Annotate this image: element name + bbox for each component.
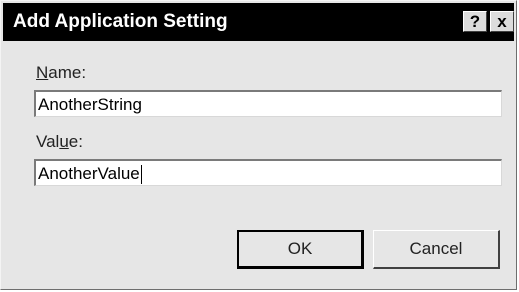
- add-application-setting-dialog: Add Application Setting ? x Name: Anothe…: [0, 0, 517, 290]
- title-bar[interactable]: Add Application Setting ? x: [3, 3, 514, 41]
- value-label-rest: e:: [68, 132, 83, 151]
- name-field[interactable]: AnotherString: [34, 90, 502, 117]
- text-caret: [140, 165, 142, 185]
- cancel-button[interactable]: Cancel: [373, 230, 500, 269]
- name-field-value: AnotherString: [38, 95, 142, 114]
- value-label-accelerator: u: [59, 132, 69, 151]
- value-field[interactable]: AnotherValue: [34, 159, 502, 186]
- value-field-value: AnotherValue: [38, 164, 140, 183]
- name-label: Name:: [36, 63, 86, 83]
- help-button[interactable]: ?: [463, 11, 487, 32]
- ok-button[interactable]: OK: [237, 230, 364, 269]
- question-mark-icon: ?: [469, 12, 481, 31]
- value-label: Value:: [36, 132, 83, 152]
- name-label-accelerator: N: [36, 63, 49, 82]
- dialog-title: Add Application Setting: [13, 11, 228, 32]
- value-label-prefix: Val: [36, 132, 60, 151]
- close-icon: x: [497, 12, 507, 31]
- name-label-rest: ame:: [48, 63, 87, 82]
- close-button[interactable]: x: [490, 11, 514, 32]
